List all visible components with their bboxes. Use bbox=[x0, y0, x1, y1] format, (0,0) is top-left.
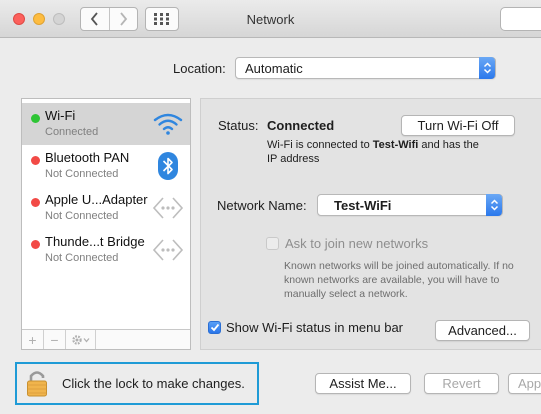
service-status: Not Connected bbox=[45, 210, 119, 222]
service-item-thunderbolt-bridge[interactable]: Thunde...t Bridge Not Connected bbox=[22, 229, 190, 271]
service-name: Apple U...Adapter bbox=[45, 192, 148, 207]
service-item-apple-usb-adapter[interactable]: Apple U...Adapter Not Connected bbox=[22, 187, 190, 229]
checkmark-icon bbox=[210, 323, 219, 332]
service-name: Thunde...t Bridge bbox=[45, 234, 145, 249]
status-value: Connected bbox=[267, 118, 335, 133]
service-status: Not Connected bbox=[45, 252, 119, 264]
service-actions-button[interactable] bbox=[66, 330, 96, 349]
status-description-line2: IP address bbox=[267, 153, 320, 165]
bluetooth-icon bbox=[152, 150, 184, 182]
status-dot bbox=[31, 114, 40, 123]
status-description-text: Wi-Fi is connected to bbox=[267, 139, 373, 151]
assist-me-button[interactable]: Assist Me... bbox=[315, 373, 411, 394]
service-status: Connected bbox=[45, 126, 99, 138]
status-dot bbox=[31, 240, 40, 249]
apply-button[interactable]: Apply bbox=[508, 373, 541, 394]
wifi-icon bbox=[152, 108, 184, 140]
network-name-label: Network Name: bbox=[217, 198, 307, 213]
connected-network-name: Test-Wifi bbox=[372, 139, 419, 151]
gear-icon bbox=[71, 334, 89, 345]
service-item-bluetooth-pan[interactable]: Bluetooth PAN Not Connected bbox=[22, 145, 190, 187]
window-title: Network bbox=[246, 12, 295, 27]
title-bar: Network bbox=[0, 0, 541, 38]
status-dot bbox=[31, 156, 40, 165]
lock-highlight-box: Click the lock to make changes. bbox=[15, 362, 259, 405]
ask-join-hint: Known networks will be joined automatica… bbox=[284, 260, 514, 300]
ethernet-icon bbox=[152, 234, 184, 266]
service-list: Wi-Fi Connected Bluetooth PAN Not Connec… bbox=[21, 98, 191, 350]
revert-button[interactable]: Revert bbox=[424, 373, 499, 394]
status-label: Status: bbox=[218, 118, 259, 133]
service-status: Not Connected bbox=[45, 168, 119, 180]
show-wifi-status-label: Show Wi-Fi status in menu bar bbox=[226, 320, 404, 335]
location-label: Location: bbox=[173, 61, 226, 76]
lock-message: Click the lock to make changes. bbox=[62, 376, 245, 391]
network-stepper-icon bbox=[486, 194, 502, 216]
service-name: Wi-Fi bbox=[45, 108, 76, 123]
network-name-value: Test-WiFi bbox=[334, 198, 392, 213]
show-wifi-status-checkbox[interactable] bbox=[208, 321, 221, 334]
network-name-select[interactable]: Test-WiFi bbox=[317, 194, 503, 216]
search-field[interactable] bbox=[500, 7, 541, 31]
location-stepper-icon bbox=[479, 57, 495, 79]
remove-service-button[interactable]: − bbox=[44, 330, 66, 349]
status-dot bbox=[31, 198, 40, 207]
ask-join-checkbox[interactable] bbox=[266, 237, 279, 250]
location-select[interactable]: Automatic bbox=[235, 57, 496, 79]
service-name: Bluetooth PAN bbox=[45, 150, 130, 165]
lock-icon[interactable] bbox=[26, 368, 48, 401]
service-list-toolbar: + − bbox=[22, 329, 190, 349]
turn-wifi-off-button[interactable]: Turn Wi-Fi Off bbox=[401, 115, 515, 136]
add-service-button[interactable]: + bbox=[22, 330, 44, 349]
ethernet-icon bbox=[152, 192, 184, 224]
advanced-button[interactable]: Advanced... bbox=[435, 320, 530, 341]
status-description: Wi-Fi is connected to Test-Wifi and has … bbox=[267, 139, 479, 151]
ask-join-label: Ask to join new networks bbox=[285, 236, 429, 251]
location-value: Automatic bbox=[245, 61, 303, 76]
service-item-wifi[interactable]: Wi-Fi Connected bbox=[22, 103, 190, 145]
status-description-text: and has the bbox=[418, 139, 479, 151]
